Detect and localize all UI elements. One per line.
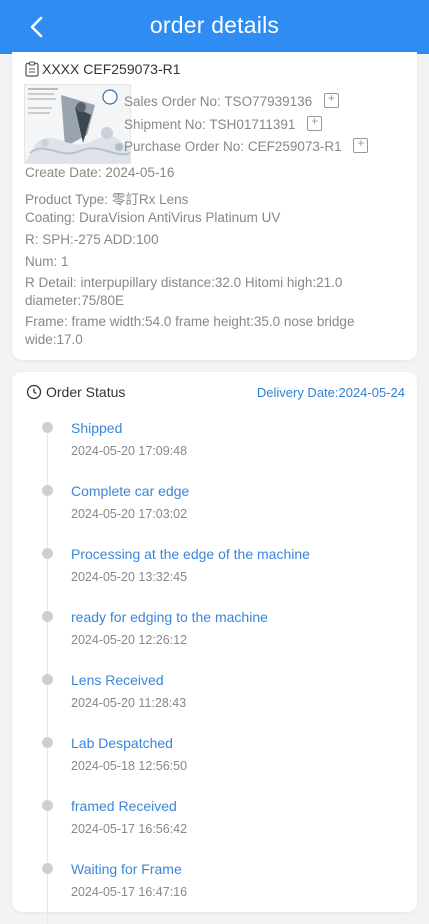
num-row: Num: 1 [25,254,69,269]
event-name: Shipped [71,420,123,436]
timeline-dot [42,548,53,559]
product-type-row: Product Type: 零訂Rx Lens [25,192,189,207]
order-status-header: Order Status [26,384,125,400]
timeline-event: Lens Received 2024-05-20 11:28:43 [12,670,417,730]
order-info-card: XXXX CEF259073-R1 Sales Order No: TSO779… [12,52,417,360]
r-row: R: SPH:-275 ADD:100 [25,232,159,247]
purchase-order-row: Purchase Order No: CEF259073-R1 [124,136,369,154]
frame-row: Frame: frame width:54.0 frame height:35.… [25,314,355,347]
r-detail-row: R Detail: interpupillary distance:32.0 H… [25,275,343,308]
order-id-line: XXXX CEF259073-R1 [25,61,181,77]
timeline-dot [42,737,53,748]
app-header: order details [0,0,429,54]
event-name: ready for edging to the machine [71,609,268,625]
clipboard-icon [25,61,39,77]
timeline-dot [42,611,53,622]
timeline-dot [42,422,53,433]
event-time: 2024-05-18 12:56:50 [71,759,188,773]
event-name: framed Received [71,798,177,814]
event-time: 2024-05-20 17:03:02 [71,507,188,521]
event-name: Complete car edge [71,483,190,499]
timeline-event: ready for edging to the machine 2024-05-… [12,607,417,667]
event-time: 2024-05-20 11:28:43 [71,696,187,710]
event-name: Lab Despatched [71,735,173,751]
copy-icon[interactable] [353,136,369,153]
timeline-event: Complete car edge 2024-05-20 17:03:02 [12,481,417,541]
event-name: Waiting for Frame [71,861,182,877]
shipment-row: Shipment No: TSH01711391 [124,114,323,132]
timeline-dot [42,674,53,685]
event-time: 2024-05-20 12:26:12 [71,633,188,647]
timeline-event: Processing at the edge of the machine 20… [12,544,417,604]
product-image [25,85,130,163]
delivery-date: Delivery Date:2024-05-24 [256,385,405,400]
sales-order-row: Sales Order No: TSO77939136 [124,91,339,109]
event-name: Lens Received [71,672,164,688]
purchase-order-value: CEF259073-R1 [247,139,342,154]
copy-icon[interactable] [307,114,323,131]
clock-icon [26,384,42,400]
timeline-dot [42,800,53,811]
order-status-card: Order Status Delivery Date:2024-05-24 Sh… [12,372,417,924]
timeline-event: Waiting for Frame 2024-05-17 16:47:16 [12,859,417,919]
event-time: 2024-05-20 13:32:45 [71,570,188,584]
page-title: order details [149,12,280,38]
event-name: Processing at the edge of the machine [71,546,310,562]
create-date-row: Create Date: 2024-05-16 [25,165,175,180]
event-time: 2024-05-20 17:09:48 [71,444,188,458]
event-time: 2024-05-17 16:56:42 [71,822,188,836]
timeline-event: Shipped 2024-05-20 17:09:48 [12,418,417,478]
product-thumbnail[interactable] [24,84,131,164]
timeline-event: Lab Despatched 2024-05-18 12:56:50 [12,733,417,793]
timeline-dot [42,485,53,496]
event-time: 2024-05-17 16:47:16 [71,885,188,899]
copy-icon[interactable] [323,91,339,108]
sales-order-value: TSO77939136 [224,94,313,109]
order-id-text: XXXX CEF259073-R1 [42,61,181,77]
order-status-title: Order Status [46,384,126,400]
timeline-dot [42,863,53,874]
timeline-event: framed Received 2024-05-17 16:56:42 [12,796,417,856]
coating-row: Coating: DuraVision AntiVirus Platinum U… [25,210,281,225]
shipment-value: TSH01711391 [209,117,296,132]
